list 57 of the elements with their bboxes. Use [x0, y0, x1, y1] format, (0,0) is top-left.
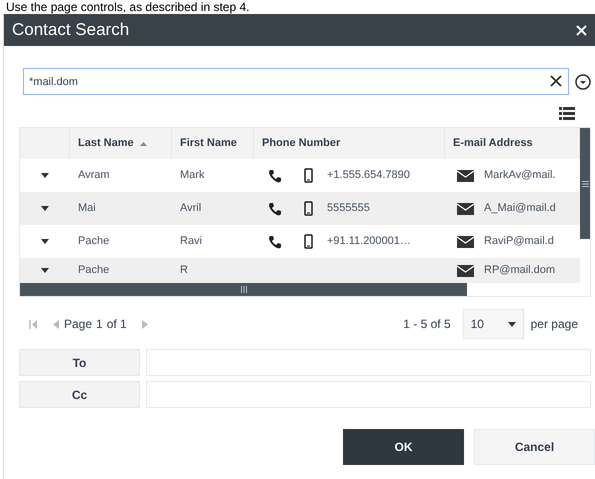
column-header[interactable]: Phone Number	[262, 135, 340, 152]
table-cell-text: A_Mai@mail.d	[484, 201, 556, 216]
table-cell: Pache	[78, 235, 110, 248]
search-field[interactable]: *mail.dom	[23, 68, 569, 95]
phone-icon[interactable]	[268, 168, 282, 182]
caption: Use the page controls, as described in step 4.	[6, 1, 250, 14]
table-cell: Mark	[180, 169, 204, 182]
page-number: 1	[96, 316, 103, 333]
page-count: of 1	[106, 316, 127, 333]
phone-icon[interactable]	[268, 234, 282, 248]
ok-button[interactable]: OK	[343, 429, 464, 465]
column-header[interactable]: E-mail Address	[453, 135, 533, 152]
close-icon[interactable]	[576, 24, 587, 36]
envelope-icon[interactable]	[457, 264, 474, 276]
envelope-icon[interactable]	[457, 202, 474, 214]
recipient-button[interactable]: To	[19, 349, 140, 376]
column-header[interactable]: First Name	[180, 135, 237, 152]
mobile-phone-icon[interactable]	[304, 234, 313, 249]
window-title: Contact Search	[12, 19, 130, 42]
table-cell-text: MarkAv@mail.	[484, 168, 556, 184]
table-cell: Ravi	[180, 235, 202, 248]
recipient-field[interactable]	[146, 349, 591, 376]
grip-icon	[240, 286, 246, 293]
table-cell-text: RaviP@mail.d	[484, 234, 554, 250]
table-cell-text: 5555555	[327, 201, 370, 216]
envelope-icon[interactable]	[457, 236, 474, 248]
mobile-phone-icon[interactable]	[304, 168, 313, 183]
table-cell-text: +1.555.654.7890	[327, 168, 410, 184]
clear-icon[interactable]	[550, 75, 562, 87]
table-cell-text: RP@mail.dom	[484, 263, 556, 278]
vertical-scrollbar[interactable]	[580, 128, 590, 239]
table-cell: Avram	[78, 169, 110, 182]
record-range: 1 - 5 of 5	[403, 316, 451, 333]
cancel-button[interactable]: Cancel	[474, 429, 595, 465]
page-label: Page	[64, 316, 92, 333]
recipient-button[interactable]: Cc	[19, 381, 140, 408]
page-size-select[interactable]: 10	[462, 309, 524, 339]
caret-icon[interactable]	[41, 239, 49, 244]
per-page-label: per page	[530, 316, 578, 333]
table-cell-text: +91.11.200001…	[327, 234, 411, 250]
caret-icon[interactable]	[41, 268, 49, 273]
caret-icon	[508, 322, 516, 326]
grip-icon	[582, 180, 588, 186]
list-icon[interactable]	[559, 107, 575, 121]
mobile-phone-icon[interactable]	[304, 201, 313, 216]
column-header[interactable]: Last Name	[78, 135, 134, 152]
caret-icon[interactable]	[41, 206, 49, 211]
table-cell: Avril	[180, 202, 202, 214]
recipient-field[interactable]	[146, 381, 591, 408]
caret-icon[interactable]	[41, 173, 49, 178]
envelope-icon[interactable]	[457, 170, 474, 182]
horizontal-scrollbar[interactable]	[20, 283, 467, 296]
table-cell: Pache	[78, 264, 110, 276]
table-cell: Mai	[78, 202, 96, 214]
phone-icon[interactable]	[268, 202, 282, 216]
dropdown-circle-icon[interactable]	[575, 74, 591, 90]
table-cell: R	[180, 264, 188, 276]
